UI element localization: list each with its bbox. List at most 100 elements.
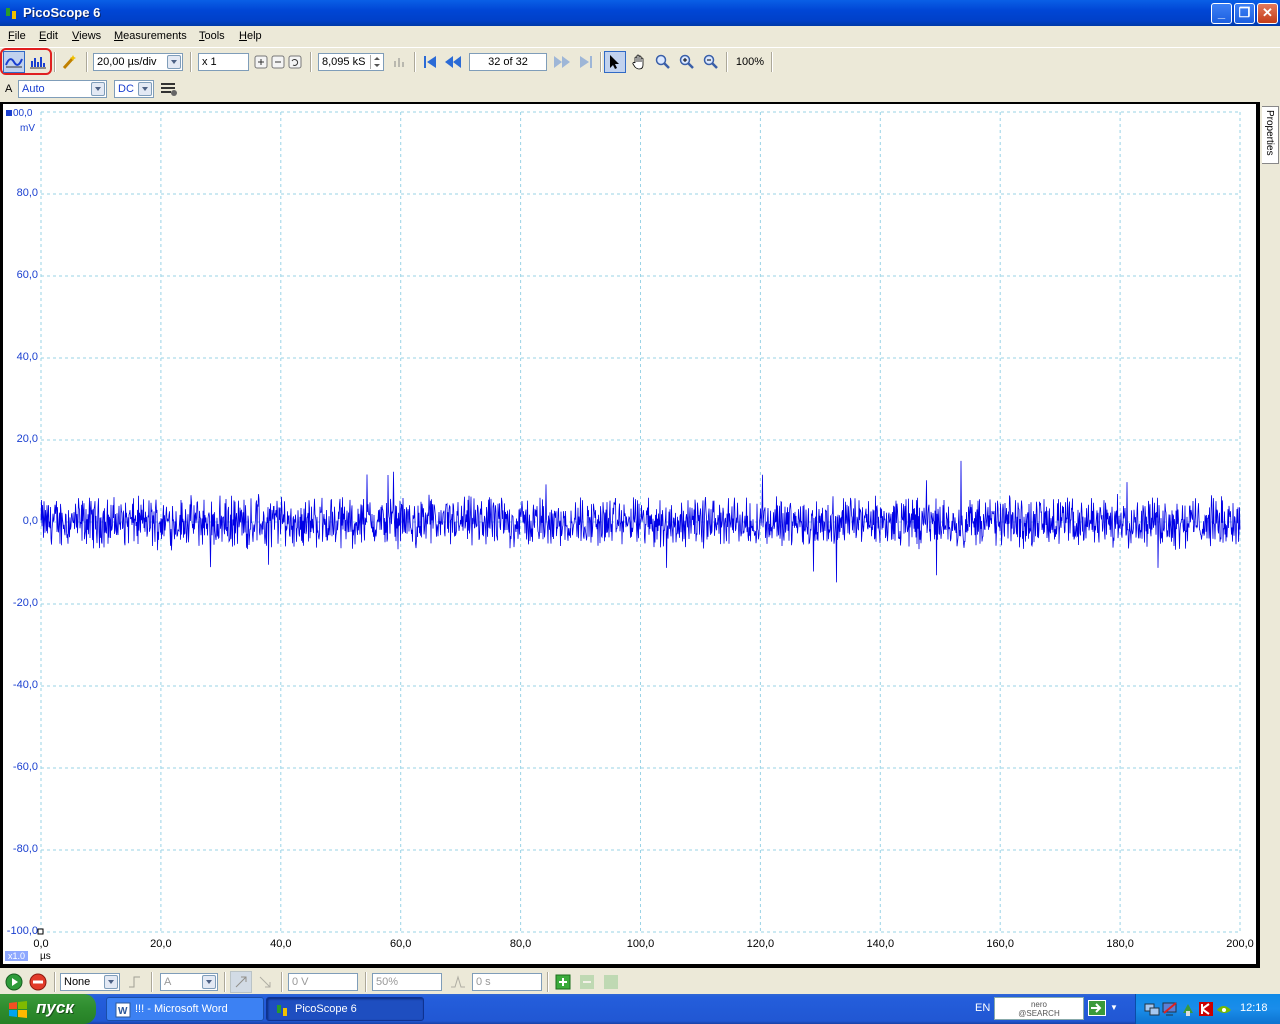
trigger-source-select[interactable]: A bbox=[160, 973, 218, 991]
task-picoscope[interactable]: PicoScope 6 bbox=[266, 997, 424, 1021]
trigger-mode-select[interactable]: None bbox=[60, 973, 120, 991]
svg-text:W: W bbox=[118, 1006, 128, 1017]
channel-coupling-select[interactable]: DC bbox=[114, 80, 154, 98]
minimize-button[interactable]: _ bbox=[1211, 3, 1232, 24]
windows-taskbar: пуск W !!! - Microsoft Word PicoScope 6 … bbox=[0, 994, 1280, 1024]
trigger-delay-field[interactable]: 0 s bbox=[472, 973, 542, 991]
zoom-in-tool-button[interactable] bbox=[676, 51, 698, 73]
y-top-label: 00,0 bbox=[6, 108, 32, 119]
chevron-down-icon[interactable]: ▼ bbox=[1110, 1003, 1118, 1012]
first-buffer-button[interactable] bbox=[419, 51, 441, 73]
channel-a-marker bbox=[6, 110, 12, 116]
menu-measurements[interactable]: Measurements bbox=[114, 30, 187, 42]
windows-logo-icon bbox=[9, 1001, 27, 1018]
falling-trigger-button[interactable] bbox=[254, 971, 276, 993]
language-indicator[interactable]: EN bbox=[975, 1002, 990, 1014]
x-tick-label: 120,0 bbox=[746, 938, 775, 950]
safely-remove-icon[interactable] bbox=[1180, 1001, 1196, 1017]
trigger-edge-button[interactable] bbox=[125, 971, 147, 993]
buffer-index-field[interactable]: 32 of 32 bbox=[469, 53, 547, 71]
properties-tab[interactable]: Properties bbox=[1262, 106, 1279, 164]
network-icon[interactable] bbox=[1144, 1001, 1160, 1017]
scope-wave-icon bbox=[5, 58, 23, 68]
nero-search-box[interactable]: nero @SEARCH bbox=[994, 997, 1084, 1020]
magic-wand-icon bbox=[62, 55, 76, 70]
x-unit-label: µs bbox=[40, 951, 51, 962]
channel-options-icon bbox=[161, 83, 177, 96]
task-word[interactable]: W !!! - Microsoft Word bbox=[106, 997, 264, 1021]
chevron-down-icon bbox=[167, 55, 181, 69]
y-tick-label: 80,0 bbox=[16, 187, 38, 199]
zoom-100-button[interactable]: 100% bbox=[731, 51, 769, 73]
menu-edit[interactable]: Edit bbox=[39, 30, 58, 42]
y-tick-label: -20,0 bbox=[12, 597, 38, 609]
word-app-icon: W bbox=[115, 1002, 131, 1018]
menu-help[interactable]: Help bbox=[239, 30, 262, 42]
edit-measurement-button[interactable] bbox=[600, 971, 622, 993]
trigger-delay-button[interactable] bbox=[447, 971, 469, 993]
channel-range-select[interactable]: Auto bbox=[18, 80, 107, 98]
scope-mode-button[interactable] bbox=[3, 51, 25, 73]
autosetup-button[interactable] bbox=[58, 51, 80, 73]
chevron-down-icon bbox=[138, 82, 152, 96]
add-measurement-button[interactable] bbox=[552, 971, 574, 993]
x-tick-label: 160,0 bbox=[986, 938, 1014, 950]
start-button[interactable]: пуск bbox=[0, 994, 96, 1024]
chevron-down-icon bbox=[202, 975, 216, 989]
x-tick-label: 180,0 bbox=[1106, 938, 1134, 950]
zoom-tool-button[interactable] bbox=[652, 51, 674, 73]
menu-tools[interactable]: Tools bbox=[199, 30, 225, 42]
x-tick-label: 20,0 bbox=[150, 938, 172, 950]
chevron-down-icon bbox=[91, 82, 105, 96]
stop-circle-icon bbox=[29, 973, 47, 991]
resolution-bars-icon bbox=[394, 58, 404, 67]
zoom-factor-field[interactable]: x 1 bbox=[198, 53, 249, 71]
trigger-threshold-field[interactable]: 0 V bbox=[288, 973, 358, 991]
channel-label: A bbox=[5, 83, 13, 95]
magnifier-icon bbox=[655, 54, 670, 69]
search-go-button[interactable] bbox=[1088, 1000, 1106, 1016]
zoom-out-tool-button[interactable] bbox=[700, 51, 722, 73]
zoom-reset-small-button[interactable] bbox=[284, 51, 306, 73]
picoscope-app-icon bbox=[6, 8, 16, 19]
edit-measurement-icon bbox=[604, 975, 618, 989]
x-tick-label: 60,0 bbox=[389, 938, 412, 950]
picoscope-task-icon bbox=[277, 1005, 287, 1016]
delete-measurement-button[interactable] bbox=[576, 971, 598, 993]
cursor-arrow-icon bbox=[610, 55, 619, 69]
clock[interactable]: 12:18 bbox=[1240, 1002, 1268, 1014]
chevron-down-icon bbox=[104, 975, 118, 989]
play-circle-icon bbox=[5, 973, 23, 991]
channel-options-button[interactable] bbox=[158, 78, 180, 100]
plus-box-icon bbox=[254, 55, 268, 69]
rewind-icon bbox=[445, 56, 461, 68]
close-button[interactable]: ✕ bbox=[1257, 3, 1278, 24]
pre-trigger-field[interactable]: 50% bbox=[372, 973, 442, 991]
stop-capture-button[interactable] bbox=[27, 971, 49, 993]
fast-forward-icon bbox=[554, 56, 570, 68]
restore-button[interactable]: ❐ bbox=[1234, 3, 1255, 24]
monitor-icon[interactable] bbox=[1162, 1001, 1178, 1017]
antivirus-icon[interactable] bbox=[1198, 1001, 1214, 1017]
spectrum-mode-button[interactable] bbox=[27, 51, 49, 73]
last-buffer-button[interactable] bbox=[575, 51, 597, 73]
x-tick-label: 200,0 bbox=[1226, 938, 1254, 950]
select-tool-button[interactable] bbox=[604, 51, 626, 73]
scope-plot[interactable]: 00,0 mV 80,0 60,0 40,0 20,0 0,0 -20,0 -40,0 -60… bbox=[3, 104, 1256, 964]
resolution-button[interactable] bbox=[389, 51, 411, 73]
samples-spinner[interactable] bbox=[370, 55, 382, 69]
x-tick-label: 100,0 bbox=[626, 938, 655, 950]
next-buffer-button[interactable] bbox=[551, 51, 573, 73]
y-tick-label: -100,0 bbox=[6, 925, 38, 937]
timebase-select[interactable]: 20,00 µs/div bbox=[93, 53, 183, 71]
start-capture-button[interactable] bbox=[3, 971, 25, 993]
samples-field[interactable]: 8,095 kS bbox=[318, 53, 384, 71]
previous-buffer-button[interactable] bbox=[442, 51, 464, 73]
menu-file[interactable]: File bbox=[8, 30, 26, 42]
menu-views[interactable]: Views bbox=[72, 30, 101, 42]
hand-tool-button[interactable] bbox=[628, 51, 650, 73]
x-tick-label: 140,0 bbox=[866, 938, 895, 950]
rising-trigger-button[interactable] bbox=[230, 971, 252, 993]
nvidia-icon[interactable] bbox=[1216, 1001, 1232, 1017]
menu-bar: File Edit Views Measurements Tools Help bbox=[0, 26, 1280, 48]
